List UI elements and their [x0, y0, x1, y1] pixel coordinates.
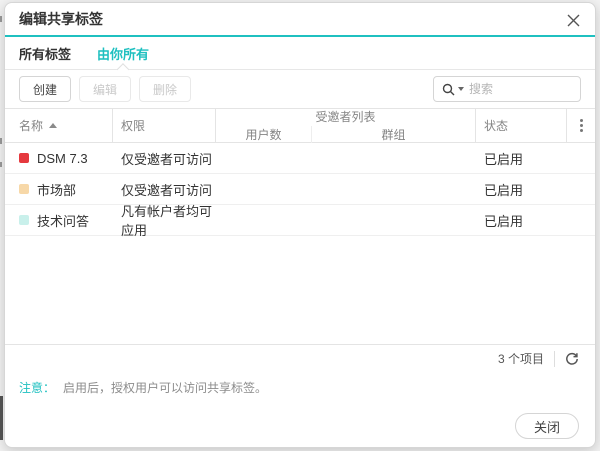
note-row: 注意： 启用后，授权用户可以访问共享标签。: [5, 372, 595, 402]
footer-divider: [554, 351, 555, 367]
column-options-cell: [567, 109, 595, 142]
table-header: 名称 权限 受邀者列表 用户数 群组 状态: [5, 108, 595, 143]
table-row[interactable]: DSM 7.3 仅受邀者可访问 已启用: [5, 143, 595, 174]
label-name: 市场部: [37, 180, 76, 199]
search-scope-caret-icon[interactable]: [458, 87, 464, 91]
label-permission: 仅受邀者可访问: [113, 174, 216, 204]
column-header-users[interactable]: 用户数: [216, 126, 312, 143]
label-permission: 凡有帐户者均可应用: [113, 205, 216, 235]
label-status: 已启用: [476, 174, 567, 204]
label-user-count: [216, 205, 312, 235]
column-header-name[interactable]: 名称: [5, 109, 113, 142]
column-header-groups[interactable]: 群组: [312, 126, 475, 143]
search-box[interactable]: [433, 76, 581, 102]
background-fragment: [0, 138, 2, 144]
delete-button[interactable]: 删除: [139, 76, 191, 102]
column-header-status[interactable]: 状态: [476, 109, 567, 142]
table-empty-area: [5, 236, 595, 344]
background-fragment: [0, 396, 3, 440]
label-user-count: [216, 174, 312, 204]
footer-count-bar: 3 个项目: [5, 344, 595, 372]
dialog-header: 编辑共享标签: [5, 3, 595, 37]
column-header-invitees-title: 受邀者列表: [216, 109, 475, 126]
search-input[interactable]: [469, 82, 572, 96]
background-fragment: [0, 16, 2, 22]
note-text: 启用后，授权用户可以访问共享标签。: [63, 379, 267, 396]
label-user-count: [216, 143, 312, 173]
table-body: DSM 7.3 仅受邀者可访问 已启用 市场部 仅受邀者可访问 已启用: [5, 143, 595, 236]
tab-owned-by-you[interactable]: 由你所有: [97, 37, 149, 69]
label-color-swatch: [19, 184, 29, 194]
table-row[interactable]: 市场部 仅受邀者可访问 已启用: [5, 174, 595, 205]
item-count: 3 个项目: [498, 350, 554, 367]
label-name: DSM 7.3: [37, 151, 88, 166]
label-color-swatch: [19, 215, 29, 225]
note-prefix: 注意：: [19, 379, 55, 396]
refresh-icon[interactable]: [559, 348, 585, 370]
label-group-count: [312, 205, 476, 235]
label-name: 技术问答: [37, 211, 89, 230]
tab-all-labels[interactable]: 所有标签: [19, 37, 71, 69]
close-button[interactable]: 关闭: [515, 413, 579, 439]
sort-ascending-icon: [49, 123, 57, 128]
table-row[interactable]: 技术问答 凡有帐户者均可应用 已启用: [5, 205, 595, 236]
dialog-title: 编辑共享标签: [19, 9, 103, 29]
create-button[interactable]: 创建: [19, 76, 71, 102]
label-status: 已启用: [476, 205, 567, 235]
column-options-icon[interactable]: [576, 115, 587, 136]
label-status: 已启用: [476, 143, 567, 173]
label-group-count: [312, 174, 476, 204]
background-fragment: [0, 162, 2, 167]
column-header-invitees: 受邀者列表 用户数 群组: [216, 109, 476, 142]
toolbar: 创建 编辑 删除: [5, 70, 595, 108]
dialog-actions: 关闭: [5, 402, 595, 447]
label-group-count: [312, 143, 476, 173]
label-color-swatch: [19, 153, 29, 163]
column-header-permission[interactable]: 权限: [113, 109, 216, 142]
tab-bar: 所有标签 由你所有: [5, 37, 595, 70]
search-icon: [442, 83, 455, 96]
label-permission: 仅受邀者可访问: [113, 143, 216, 173]
close-icon[interactable]: [563, 10, 583, 30]
edit-button[interactable]: 编辑: [79, 76, 131, 102]
edit-shared-labels-dialog: 编辑共享标签 所有标签 由你所有 创建 编辑 删除 名称: [4, 2, 596, 448]
